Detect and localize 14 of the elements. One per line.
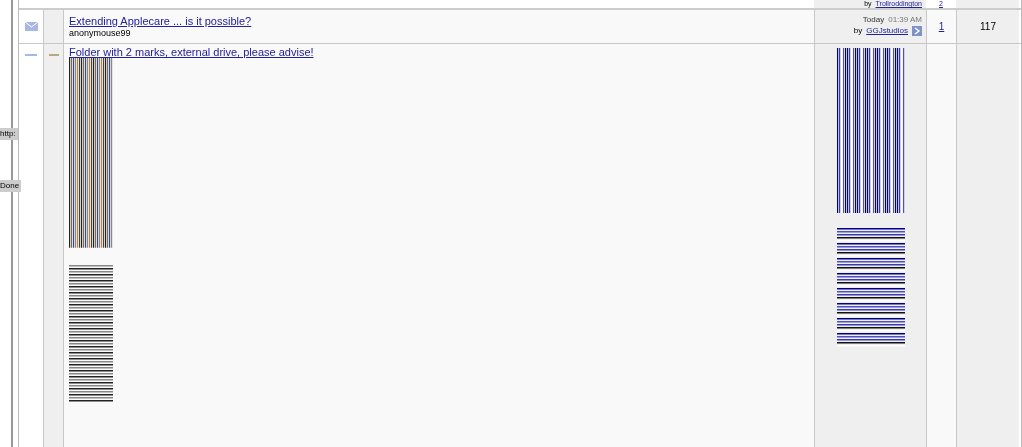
thread-title-link[interactable]: Folder with 2 marks, external drive, please advise! bbox=[69, 46, 314, 58]
last-poster-link[interactable]: GGJstudios bbox=[866, 25, 908, 36]
thread-title-link[interactable]: Extending Applecare ... is it possible? bbox=[69, 15, 252, 27]
views-count: 117 bbox=[980, 20, 996, 34]
envelope-icon bbox=[24, 22, 38, 31]
go-to-post-icon[interactable] bbox=[912, 25, 922, 36]
replies-link[interactable]: 1 bbox=[938, 19, 945, 34]
by-label: by bbox=[853, 25, 863, 36]
post-time: 01:39 AM bbox=[888, 14, 922, 25]
thread-author: anonymouse99 bbox=[69, 27, 132, 39]
table-cell bbox=[956, 0, 1019, 8]
dash-icon bbox=[25, 54, 37, 56]
dash-icon bbox=[48, 54, 59, 56]
post-date: Today bbox=[862, 14, 885, 25]
